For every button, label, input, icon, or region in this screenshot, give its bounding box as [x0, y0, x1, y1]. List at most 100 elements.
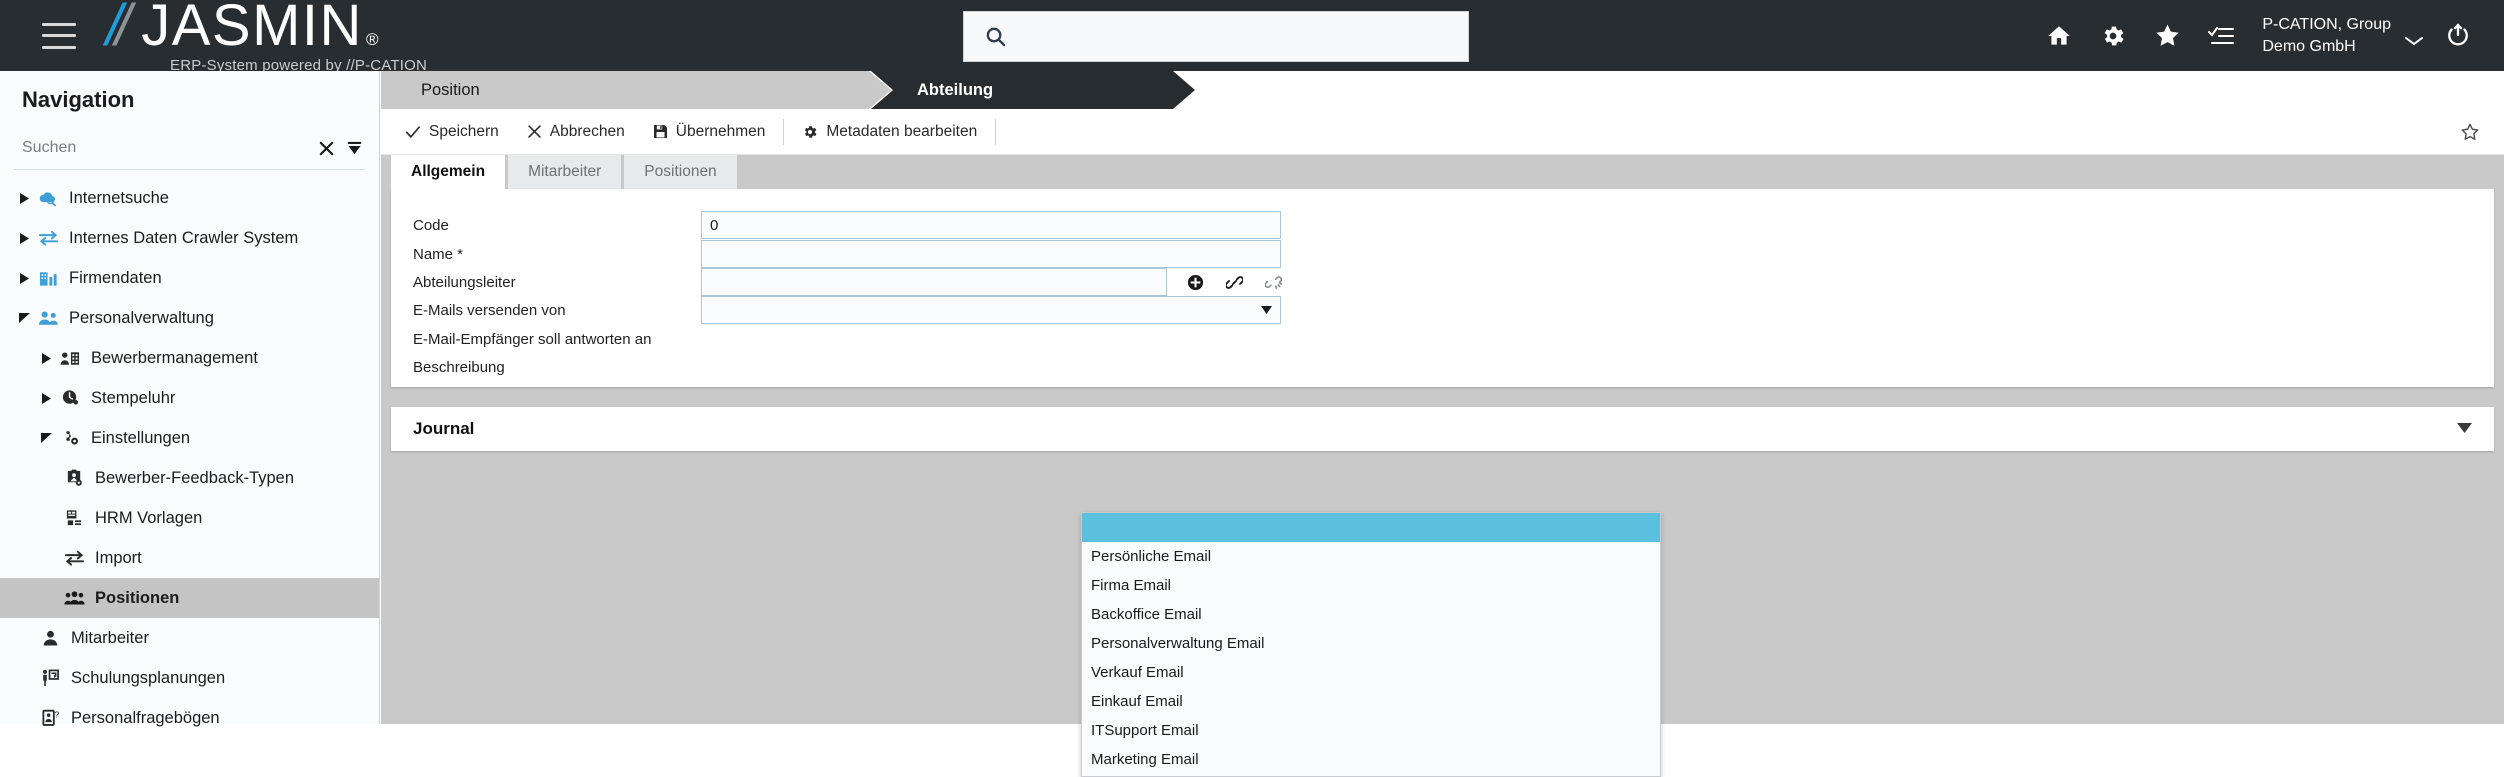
- applicant-icon: [56, 350, 84, 367]
- app-logo: //JASMIN® ERP-System powered by //P-CATI…: [106, 0, 427, 74]
- dropdown-option[interactable]: Verkauf Email: [1082, 658, 1660, 687]
- action-toolbar: Speichern Abbrechen Übernehmen Metadaten…: [381, 109, 2504, 155]
- sidebar-item-positionen[interactable]: Positionen: [0, 578, 379, 618]
- user-account-menu[interactable]: P-CATION, Group Demo GmbH: [2262, 14, 2424, 57]
- logo-slash-gray: /: [115, 0, 129, 55]
- caret-down-icon[interactable]: [2457, 420, 2472, 438]
- dropdown-option[interactable]: Marketing Email: [1082, 745, 1660, 774]
- abteilungsleiter-input[interactable]: [701, 268, 1167, 296]
- field-row-code: Code: [391, 211, 1281, 239]
- form-tabs: Allgemein Mitarbeiter Positionen: [381, 155, 2504, 189]
- dropdown-option-label: Personalverwaltung Email: [1091, 635, 1264, 652]
- sidebar-item-stempeluhr[interactable]: Stempeluhr: [0, 378, 379, 418]
- checklist-icon[interactable]: [2194, 0, 2248, 71]
- field-row-emails-versenden-von: E-Mails versenden von: [391, 296, 1281, 324]
- sidebar-item-hrm-vorlagen[interactable]: HRM Vorlagen: [0, 498, 379, 538]
- breadcrumb-item-position[interactable]: Position: [381, 71, 891, 109]
- sidebar-search[interactable]: [14, 127, 365, 170]
- code-input[interactable]: [701, 211, 1281, 239]
- people-icon: [34, 310, 62, 327]
- breadcrumb-label: Abteilung: [917, 81, 993, 100]
- questionnaire-icon: ?: [36, 709, 64, 727]
- edit-metadata-button[interactable]: Metadaten bearbeiten: [788, 117, 991, 147]
- toolbar-divider: [783, 119, 784, 145]
- save-button[interactable]: Speichern: [391, 117, 513, 147]
- journal-panel[interactable]: Journal: [391, 407, 2494, 451]
- sidebar-item-personalfragebogen[interactable]: ? Personalfragebögen: [0, 698, 379, 738]
- star-outline-icon[interactable]: [2460, 122, 2480, 147]
- sidebar-item-schulungsplanungen[interactable]: Schulungsplanungen: [0, 658, 379, 698]
- dropdown-option[interactable]: Persönliche Email: [1082, 542, 1660, 571]
- chevron-down-icon[interactable]: [36, 433, 56, 443]
- sidebar-item-label: Bewerbermanagement: [91, 349, 258, 368]
- add-circle-icon[interactable]: [1187, 274, 1204, 291]
- exchange-arrows-icon: [34, 229, 62, 247]
- app-header: //JASMIN® ERP-System powered by //P-CATI…: [0, 0, 2504, 71]
- save-label: Speichern: [429, 123, 499, 141]
- dropdown-option-label: Einkauf Email: [1091, 693, 1183, 710]
- dropdown-option-label: Marketing Email: [1091, 751, 1199, 768]
- home-icon[interactable]: [2032, 0, 2086, 71]
- dropdown-option[interactable]: Einkauf Email: [1082, 687, 1660, 716]
- tab-mitarbeiter[interactable]: Mitarbeiter: [508, 155, 621, 189]
- global-search[interactable]: [963, 11, 1469, 62]
- sidebar-item-label: Import: [95, 549, 142, 568]
- breadcrumb-item-abteilung[interactable]: Abteilung: [871, 71, 1195, 109]
- sidebar-item-label: Schulungsplanungen: [71, 669, 225, 688]
- unlink-icon[interactable]: [1265, 274, 1282, 291]
- dropdown-option-label: Backoffice Email: [1091, 606, 1202, 623]
- sidebar-item-import[interactable]: Import: [0, 538, 379, 578]
- field-row-reply-to: E-Mail-Empfänger soll antworten an: [391, 325, 701, 353]
- close-x-icon[interactable]: [315, 137, 337, 159]
- sidebar-item-internes-daten-crawler-system[interactable]: Internes Daten Crawler System: [0, 218, 379, 258]
- chevron-right-icon[interactable]: [14, 233, 34, 244]
- hamburger-menu-icon[interactable]: [42, 23, 76, 49]
- search-input[interactable]: [1007, 12, 1468, 61]
- sidebar-item-firmendaten[interactable]: Firmendaten: [0, 258, 379, 298]
- sidebar-item-label: Stempeluhr: [91, 389, 175, 408]
- sidebar-item-bewerbermanagement[interactable]: Bewerbermanagement: [0, 338, 379, 378]
- dropdown-option[interactable]: Backoffice Email: [1082, 600, 1660, 629]
- gear-icon[interactable]: [2086, 0, 2140, 71]
- dropdown-option[interactable]: [1082, 513, 1660, 542]
- sidebar-item-label: Positionen: [95, 589, 179, 608]
- sidebar-item-label: Mitarbeiter: [71, 629, 149, 648]
- logo-registered-mark: ®: [366, 31, 379, 48]
- dropdown-option[interactable]: ITSupport Email: [1082, 716, 1660, 745]
- logo-slash-blue: /: [106, 0, 115, 55]
- apply-button[interactable]: Übernehmen: [639, 117, 780, 147]
- sidebar-item-internetsuche[interactable]: Internetsuche: [0, 178, 379, 218]
- sidebar-item-mitarbeiter[interactable]: Mitarbeiter: [0, 618, 379, 658]
- emails-from-dropdown-list[interactable]: Persönliche Email Firma Email Backoffice…: [1081, 512, 1661, 777]
- star-icon[interactable]: [2140, 0, 2194, 71]
- dropdown-caret-icon: [1261, 301, 1272, 319]
- dropdown-option[interactable]: Personalverwaltung Email: [1082, 629, 1660, 658]
- breadcrumb-label: Position: [421, 81, 480, 100]
- emails-from-select[interactable]: [701, 296, 1281, 324]
- name-label: Name *: [391, 246, 701, 263]
- link-icon[interactable]: [1226, 274, 1243, 291]
- sidebar-item-bewerber-feedback-typen[interactable]: Bewerber-Feedback-Typen: [0, 458, 379, 498]
- sidebar-search-input[interactable]: [14, 139, 309, 157]
- chevron-right-icon[interactable]: [14, 273, 34, 284]
- sidebar-item-personalverwaltung[interactable]: Personalverwaltung: [0, 298, 379, 338]
- chevron-right-icon[interactable]: [14, 193, 34, 204]
- cancel-label: Abbrechen: [550, 123, 625, 141]
- chevron-right-icon[interactable]: [36, 353, 56, 364]
- sidebar-item-label: Internes Daten Crawler System: [69, 229, 298, 248]
- main-area: Position Abteilung Speichern Abbrechen Ü…: [381, 71, 2504, 724]
- collapse-all-icon[interactable]: [343, 137, 365, 159]
- name-input[interactable]: [701, 240, 1281, 268]
- power-logout-icon[interactable]: [2430, 0, 2486, 71]
- chevron-right-icon[interactable]: [36, 393, 56, 404]
- navigation-title: Navigation: [0, 71, 379, 127]
- sidebar-item-label: Bewerber-Feedback-Typen: [95, 469, 294, 488]
- sidebar-item-einstellungen[interactable]: Einstellungen: [0, 418, 379, 458]
- code-label: Code: [391, 217, 701, 234]
- dropdown-option[interactable]: Firma Email: [1082, 571, 1660, 600]
- tab-positionen[interactable]: Positionen: [624, 155, 736, 189]
- cancel-button[interactable]: Abbrechen: [513, 117, 639, 147]
- journal-title: Journal: [413, 419, 474, 439]
- chevron-down-icon[interactable]: [14, 313, 34, 323]
- tab-allgemein[interactable]: Allgemein: [391, 155, 505, 189]
